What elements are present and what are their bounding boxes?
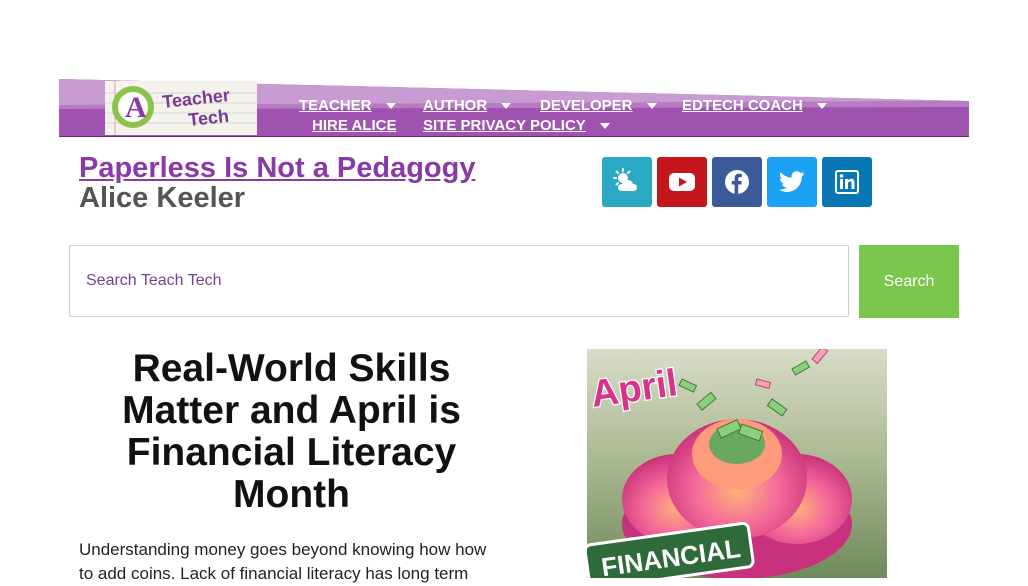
chevron-down-icon[interactable] — [599, 122, 610, 129]
nav-item-label: SITE PRIVACY POLICY — [423, 117, 586, 134]
featured-image-graphic: April FINANCIAL — [587, 349, 887, 578]
nav-item-hire-alice[interactable]: HIRE ALICE — [312, 117, 396, 134]
article-headline[interactable]: Real-World Skills Matter and April is Fi… — [79, 348, 504, 516]
linkedin-button[interactable] — [822, 157, 872, 207]
twitter-button[interactable] — [767, 157, 817, 207]
chevron-down-icon[interactable] — [385, 102, 396, 109]
youtube-icon — [669, 173, 695, 191]
twitter-icon — [779, 171, 805, 192]
nav-item-teacher[interactable]: TEACHER — [299, 97, 396, 114]
featured-image[interactable]: April FINANCIAL — [587, 349, 887, 578]
chevron-down-icon[interactable] — [501, 102, 512, 109]
facebook-button[interactable] — [712, 157, 762, 207]
nav-item-label: EDTECH COACH — [682, 97, 803, 114]
linkedin-icon — [835, 170, 859, 194]
nav-item-site-privacy-policy[interactable]: SITE PRIVACY POLICY — [423, 117, 610, 134]
search-button[interactable]: Search — [859, 245, 959, 318]
nav-item-author[interactable]: AUTHOR — [423, 97, 512, 114]
chevron-down-icon[interactable] — [816, 102, 827, 109]
header-banner: A Teacher Tech TEACHER AUTHOR DEVELOPER … — [59, 79, 969, 137]
article-intro: Understanding money goes beyond knowing … — [79, 540, 487, 583]
nav-item-label: TEACHER — [299, 97, 372, 114]
site-title-link[interactable]: Paperless Is Not a Pedagogy — [79, 152, 475, 185]
weather-cloud-sun-icon — [613, 168, 637, 191]
nav-item-label: DEVELOPER — [540, 97, 633, 114]
nav-item-label: HIRE ALICE — [312, 117, 397, 134]
chevron-down-icon[interactable] — [646, 102, 657, 109]
nav-item-developer[interactable]: DEVELOPER — [540, 97, 657, 114]
nav-item-label: AUTHOR — [423, 97, 488, 114]
main-nav: TEACHER AUTHOR DEVELOPER EDTECH COACH HI… — [59, 79, 969, 136]
youtube-button[interactable] — [657, 157, 707, 207]
site-subtitle: Alice Keeler — [79, 182, 246, 214]
search-input[interactable] — [70, 246, 848, 316]
nav-item-edtech-coach[interactable]: EDTECH COACH — [682, 97, 827, 114]
facebook-icon — [725, 170, 749, 194]
weather-button[interactable] — [602, 157, 652, 207]
search-field — [69, 245, 849, 317]
